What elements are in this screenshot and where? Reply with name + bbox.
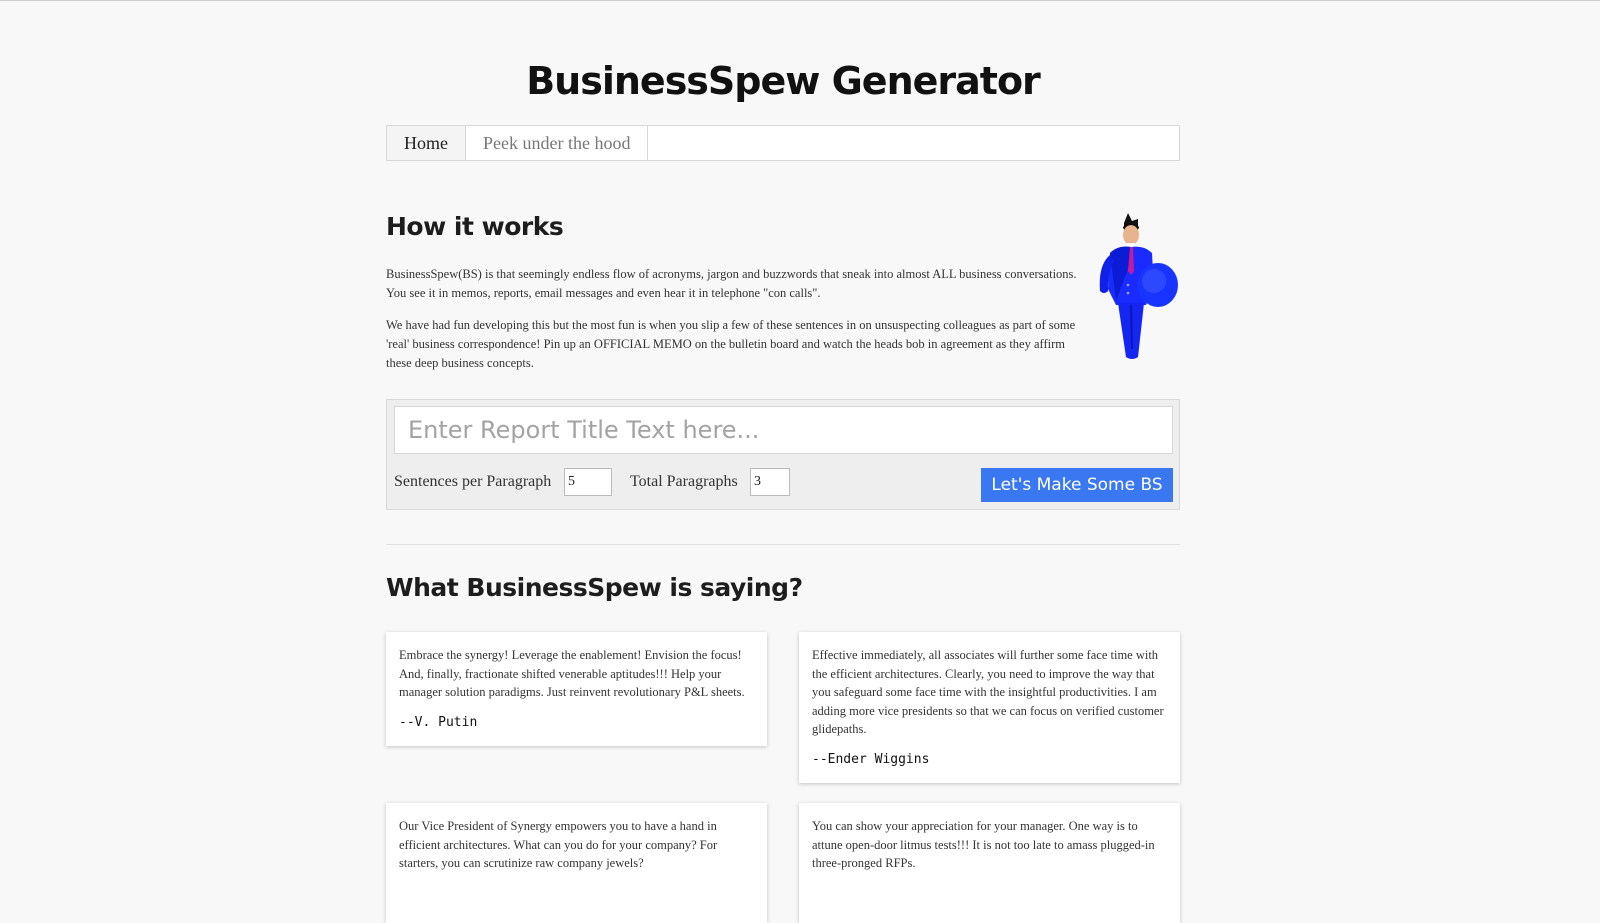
main-nav: Home Peek under the hood (386, 125, 1180, 161)
businessman-mascot-image (1099, 213, 1178, 359)
site-title: BusinessSpew Generator (526, 59, 1041, 103)
intro-paragraph: We have had fun developing this but the … (386, 318, 1076, 370)
section-divider (386, 544, 1180, 545)
quote-author: --V. Putin (399, 714, 478, 730)
quote-text: Our Vice President of Synergy empowers y… (399, 819, 718, 870)
total-paragraphs-label: Total Paragraphs (630, 473, 738, 490)
how-it-works-heading: How it works (386, 212, 564, 241)
intro-text: BusinessSpew(BS) is that seemingly endle… (386, 265, 1086, 386)
make-bs-button[interactable]: Let's Make Some BS (981, 468, 1173, 502)
quote-card: Embrace the synergy! Leverage the enable… (386, 632, 767, 746)
sentences-per-paragraph-input[interactable] (564, 468, 612, 496)
report-form: Sentences per Paragraph Total Paragraphs… (386, 399, 1180, 510)
quote-author: --Ender Wiggins (812, 751, 930, 767)
quotes-heading: What BusinessSpew is saying? (386, 573, 803, 602)
quote-card: You can show your appreciation for your … (799, 803, 1180, 923)
quote-card: Effective immediately, all associates wi… (799, 632, 1180, 783)
quote-card: Our Vice President of Synergy empowers y… (386, 803, 767, 923)
quote-text: Effective immediately, all associates wi… (812, 648, 1164, 736)
report-title-input[interactable] (394, 406, 1173, 454)
nav-tab-home[interactable]: Home (387, 126, 466, 160)
sentences-per-paragraph-label: Sentences per Paragraph (394, 473, 552, 490)
quote-text: You can show your appreciation for your … (812, 819, 1155, 870)
quote-text: Embrace the synergy! Leverage the enable… (399, 648, 745, 699)
total-paragraphs-input[interactable] (750, 468, 790, 496)
nav-tab-peek-under-the-hood[interactable]: Peek under the hood (466, 126, 649, 160)
intro-paragraph: BusinessSpew(BS) is that seemingly endle… (386, 267, 1077, 300)
